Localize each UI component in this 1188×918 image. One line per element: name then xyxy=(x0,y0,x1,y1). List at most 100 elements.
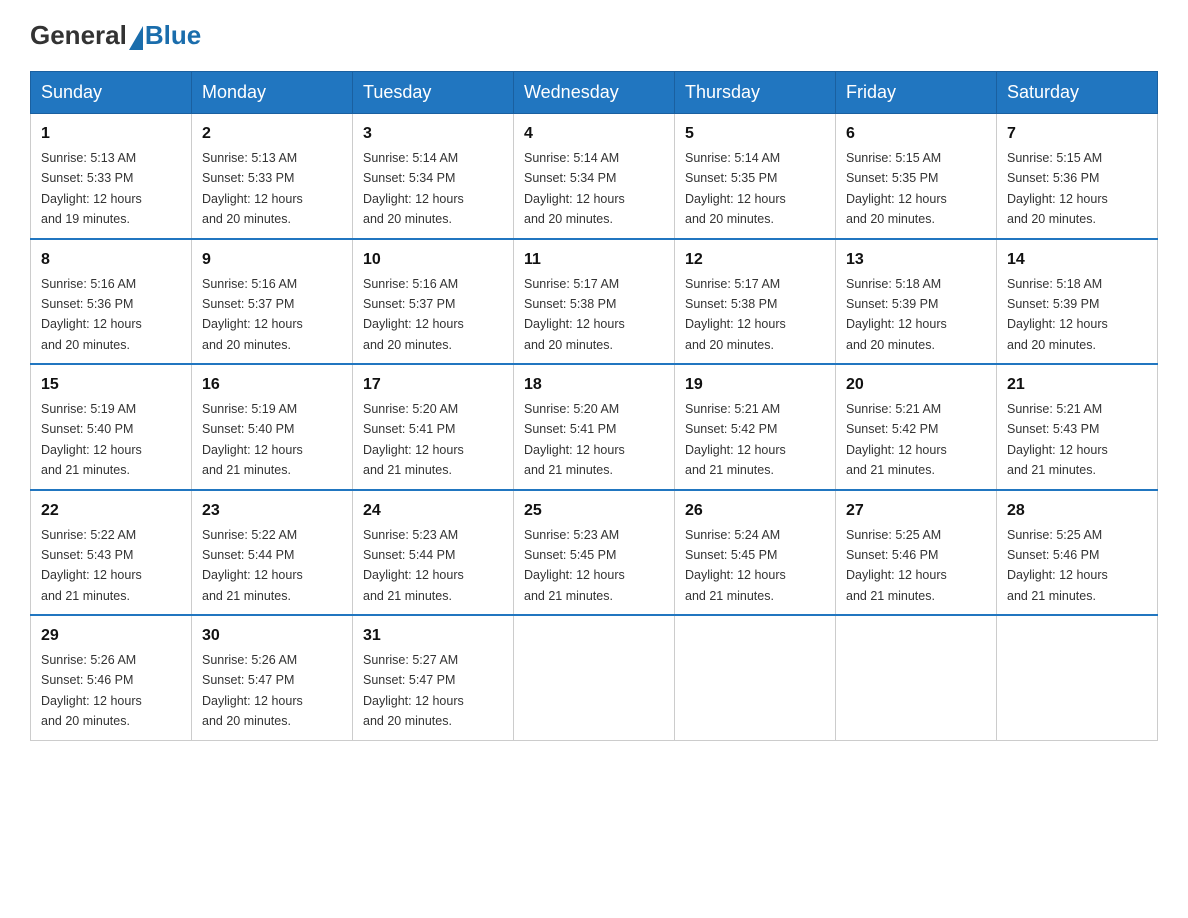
day-info: Sunrise: 5:16 AMSunset: 5:37 PMDaylight:… xyxy=(363,277,464,352)
day-info: Sunrise: 5:20 AMSunset: 5:41 PMDaylight:… xyxy=(524,402,625,477)
day-number: 27 xyxy=(846,499,986,523)
day-number: 4 xyxy=(524,122,664,146)
day-info: Sunrise: 5:14 AMSunset: 5:34 PMDaylight:… xyxy=(524,151,625,226)
day-number: 25 xyxy=(524,499,664,523)
col-header-wednesday: Wednesday xyxy=(514,72,675,114)
day-info: Sunrise: 5:15 AMSunset: 5:35 PMDaylight:… xyxy=(846,151,947,226)
table-row: 13 Sunrise: 5:18 AMSunset: 5:39 PMDaylig… xyxy=(836,239,997,365)
table-row: 29 Sunrise: 5:26 AMSunset: 5:46 PMDaylig… xyxy=(31,615,192,740)
table-row: 19 Sunrise: 5:21 AMSunset: 5:42 PMDaylig… xyxy=(675,364,836,490)
day-number: 5 xyxy=(685,122,825,146)
day-info: Sunrise: 5:22 AMSunset: 5:43 PMDaylight:… xyxy=(41,528,142,603)
table-row: 16 Sunrise: 5:19 AMSunset: 5:40 PMDaylig… xyxy=(192,364,353,490)
day-number: 26 xyxy=(685,499,825,523)
table-row: 21 Sunrise: 5:21 AMSunset: 5:43 PMDaylig… xyxy=(997,364,1158,490)
col-header-friday: Friday xyxy=(836,72,997,114)
day-number: 17 xyxy=(363,373,503,397)
table-row xyxy=(675,615,836,740)
day-number: 3 xyxy=(363,122,503,146)
day-info: Sunrise: 5:21 AMSunset: 5:42 PMDaylight:… xyxy=(846,402,947,477)
day-number: 8 xyxy=(41,248,181,272)
day-info: Sunrise: 5:25 AMSunset: 5:46 PMDaylight:… xyxy=(1007,528,1108,603)
calendar-week-row: 22 Sunrise: 5:22 AMSunset: 5:43 PMDaylig… xyxy=(31,490,1158,616)
day-number: 21 xyxy=(1007,373,1147,397)
day-number: 13 xyxy=(846,248,986,272)
day-number: 2 xyxy=(202,122,342,146)
day-info: Sunrise: 5:26 AMSunset: 5:46 PMDaylight:… xyxy=(41,653,142,728)
day-number: 1 xyxy=(41,122,181,146)
table-row: 28 Sunrise: 5:25 AMSunset: 5:46 PMDaylig… xyxy=(997,490,1158,616)
table-row: 15 Sunrise: 5:19 AMSunset: 5:40 PMDaylig… xyxy=(31,364,192,490)
day-info: Sunrise: 5:19 AMSunset: 5:40 PMDaylight:… xyxy=(202,402,303,477)
table-row: 31 Sunrise: 5:27 AMSunset: 5:47 PMDaylig… xyxy=(353,615,514,740)
header: General Blue xyxy=(30,20,1158,51)
table-row: 6 Sunrise: 5:15 AMSunset: 5:35 PMDayligh… xyxy=(836,114,997,239)
calendar-week-row: 15 Sunrise: 5:19 AMSunset: 5:40 PMDaylig… xyxy=(31,364,1158,490)
day-info: Sunrise: 5:16 AMSunset: 5:36 PMDaylight:… xyxy=(41,277,142,352)
table-row: 27 Sunrise: 5:25 AMSunset: 5:46 PMDaylig… xyxy=(836,490,997,616)
table-row: 18 Sunrise: 5:20 AMSunset: 5:41 PMDaylig… xyxy=(514,364,675,490)
table-row: 9 Sunrise: 5:16 AMSunset: 5:37 PMDayligh… xyxy=(192,239,353,365)
col-header-sunday: Sunday xyxy=(31,72,192,114)
table-row: 24 Sunrise: 5:23 AMSunset: 5:44 PMDaylig… xyxy=(353,490,514,616)
day-info: Sunrise: 5:27 AMSunset: 5:47 PMDaylight:… xyxy=(363,653,464,728)
day-number: 7 xyxy=(1007,122,1147,146)
calendar-week-row: 1 Sunrise: 5:13 AMSunset: 5:33 PMDayligh… xyxy=(31,114,1158,239)
table-row: 11 Sunrise: 5:17 AMSunset: 5:38 PMDaylig… xyxy=(514,239,675,365)
table-row xyxy=(836,615,997,740)
logo-blue-text: Blue xyxy=(145,20,201,51)
day-info: Sunrise: 5:14 AMSunset: 5:35 PMDaylight:… xyxy=(685,151,786,226)
day-info: Sunrise: 5:19 AMSunset: 5:40 PMDaylight:… xyxy=(41,402,142,477)
day-info: Sunrise: 5:18 AMSunset: 5:39 PMDaylight:… xyxy=(846,277,947,352)
table-row: 25 Sunrise: 5:23 AMSunset: 5:45 PMDaylig… xyxy=(514,490,675,616)
table-row: 7 Sunrise: 5:15 AMSunset: 5:36 PMDayligh… xyxy=(997,114,1158,239)
day-info: Sunrise: 5:13 AMSunset: 5:33 PMDaylight:… xyxy=(41,151,142,226)
day-number: 22 xyxy=(41,499,181,523)
day-number: 24 xyxy=(363,499,503,523)
table-row: 3 Sunrise: 5:14 AMSunset: 5:34 PMDayligh… xyxy=(353,114,514,239)
header-row: Sunday Monday Tuesday Wednesday Thursday… xyxy=(31,72,1158,114)
day-info: Sunrise: 5:20 AMSunset: 5:41 PMDaylight:… xyxy=(363,402,464,477)
calendar-table: Sunday Monday Tuesday Wednesday Thursday… xyxy=(30,71,1158,741)
day-info: Sunrise: 5:21 AMSunset: 5:43 PMDaylight:… xyxy=(1007,402,1108,477)
day-info: Sunrise: 5:17 AMSunset: 5:38 PMDaylight:… xyxy=(524,277,625,352)
day-number: 28 xyxy=(1007,499,1147,523)
day-info: Sunrise: 5:23 AMSunset: 5:45 PMDaylight:… xyxy=(524,528,625,603)
day-number: 11 xyxy=(524,248,664,272)
table-row: 1 Sunrise: 5:13 AMSunset: 5:33 PMDayligh… xyxy=(31,114,192,239)
table-row: 8 Sunrise: 5:16 AMSunset: 5:36 PMDayligh… xyxy=(31,239,192,365)
logo-triangle-icon xyxy=(129,26,143,50)
table-row: 20 Sunrise: 5:21 AMSunset: 5:42 PMDaylig… xyxy=(836,364,997,490)
logo-general-text: General xyxy=(30,20,127,51)
day-number: 18 xyxy=(524,373,664,397)
logo: General Blue xyxy=(30,20,201,51)
table-row: 26 Sunrise: 5:24 AMSunset: 5:45 PMDaylig… xyxy=(675,490,836,616)
table-row: 2 Sunrise: 5:13 AMSunset: 5:33 PMDayligh… xyxy=(192,114,353,239)
table-row: 30 Sunrise: 5:26 AMSunset: 5:47 PMDaylig… xyxy=(192,615,353,740)
day-info: Sunrise: 5:25 AMSunset: 5:46 PMDaylight:… xyxy=(846,528,947,603)
day-info: Sunrise: 5:16 AMSunset: 5:37 PMDaylight:… xyxy=(202,277,303,352)
day-number: 16 xyxy=(202,373,342,397)
day-number: 19 xyxy=(685,373,825,397)
table-row: 12 Sunrise: 5:17 AMSunset: 5:38 PMDaylig… xyxy=(675,239,836,365)
table-row: 14 Sunrise: 5:18 AMSunset: 5:39 PMDaylig… xyxy=(997,239,1158,365)
table-row xyxy=(514,615,675,740)
calendar-week-row: 8 Sunrise: 5:16 AMSunset: 5:36 PMDayligh… xyxy=(31,239,1158,365)
day-number: 6 xyxy=(846,122,986,146)
table-row xyxy=(997,615,1158,740)
day-number: 15 xyxy=(41,373,181,397)
table-row: 10 Sunrise: 5:16 AMSunset: 5:37 PMDaylig… xyxy=(353,239,514,365)
table-row: 5 Sunrise: 5:14 AMSunset: 5:35 PMDayligh… xyxy=(675,114,836,239)
day-info: Sunrise: 5:13 AMSunset: 5:33 PMDaylight:… xyxy=(202,151,303,226)
day-info: Sunrise: 5:24 AMSunset: 5:45 PMDaylight:… xyxy=(685,528,786,603)
day-info: Sunrise: 5:21 AMSunset: 5:42 PMDaylight:… xyxy=(685,402,786,477)
day-number: 9 xyxy=(202,248,342,272)
day-info: Sunrise: 5:26 AMSunset: 5:47 PMDaylight:… xyxy=(202,653,303,728)
table-row: 17 Sunrise: 5:20 AMSunset: 5:41 PMDaylig… xyxy=(353,364,514,490)
day-number: 12 xyxy=(685,248,825,272)
table-row: 4 Sunrise: 5:14 AMSunset: 5:34 PMDayligh… xyxy=(514,114,675,239)
day-info: Sunrise: 5:22 AMSunset: 5:44 PMDaylight:… xyxy=(202,528,303,603)
day-info: Sunrise: 5:17 AMSunset: 5:38 PMDaylight:… xyxy=(685,277,786,352)
calendar-week-row: 29 Sunrise: 5:26 AMSunset: 5:46 PMDaylig… xyxy=(31,615,1158,740)
col-header-tuesday: Tuesday xyxy=(353,72,514,114)
